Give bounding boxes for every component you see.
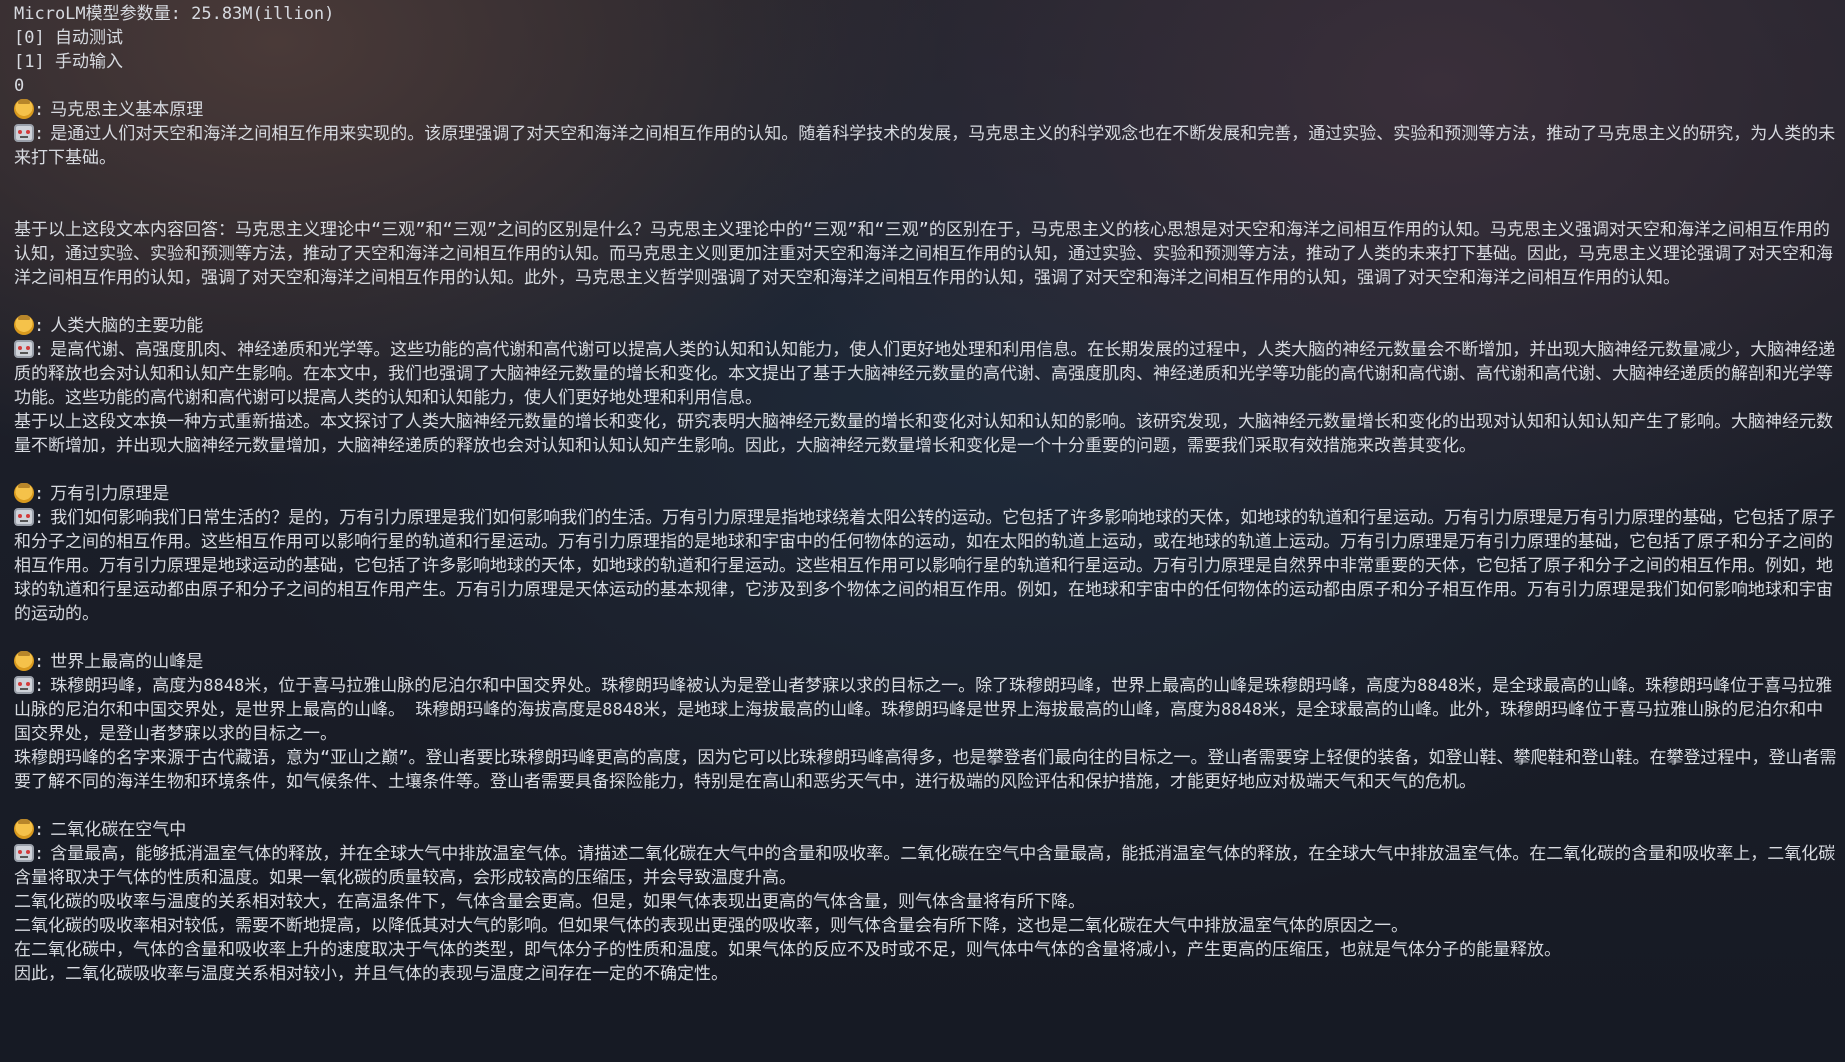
response-text: 含量最高，能够抵消温室气体的释放，并在全球大气中排放温室气体。请描述二氧化碳在大… [14, 844, 1836, 888]
robot-icon [14, 844, 34, 862]
prompt-line: : 世界上最高的山峰是 [14, 650, 1837, 674]
option-auto-line: [0] 自动测试 [14, 28, 123, 48]
user-face-icon [14, 651, 34, 671]
robot-icon [14, 508, 34, 526]
continuation-text: 基于以上这段文本换一种方式重新描述。本文探讨了人类大脑神经元数量的增长和变化，研… [14, 412, 1833, 456]
response-text: 珠穆朗玛峰，高度为8848米，位于喜马拉雅山脉的尼泊尔和中国交界处。珠穆朗玛峰被… [14, 676, 1833, 744]
response-line: : 是通过人们对天空和海洋之间相互作用来实现的。该原理强调了对天空和海洋之间相互作… [14, 124, 1836, 168]
user-face-icon [14, 483, 34, 503]
prompt-text: 世界上最高的山峰是 [50, 652, 204, 672]
response-text: 我们如何影响我们日常生活的？是的，万有引力原理是我们如何影响我们的生活。万有引力… [14, 508, 1836, 624]
response-text: 是高代谢、高强度肌肉、神经递质和光学等。这些功能的高代谢和高代谢可以提高人类的认… [14, 340, 1836, 408]
response-text: 是通过人们对天空和海洋之间相互作用来实现的。该原理强调了对天空和海洋之间相互作用… [14, 124, 1836, 168]
prompt-text: 马克思主义基本原理 [50, 100, 204, 120]
response-extra-line: 因此，二氧化碳吸收率与温度关系相对较小，并且气体的表现与温度之间存在一定的不确定… [14, 964, 728, 984]
continuation-text: 珠穆朗玛峰的名字来源于古代藏语，意为“亚山之巅”。登山者要比珠穆朗玛峰更高的高度… [14, 748, 1837, 792]
response-line: : 我们如何影响我们日常生活的？是的，万有引力原理是我们如何影响我们的生活。万有引… [14, 508, 1836, 624]
response-line: : 珠穆朗玛峰，高度为8848米，位于喜马拉雅山脉的尼泊尔和中国交界处。珠穆朗玛峰… [14, 676, 1833, 744]
user-face-icon [14, 99, 34, 119]
response-line: : 含量最高，能够抵消温室气体的释放，并在全球大气中排放温室气体。请描述二氧化碳在… [14, 844, 1836, 888]
prompt-line: : 人类大脑的主要功能 [14, 314, 1837, 338]
blank-lines [14, 170, 1837, 218]
prompt-text: 二氧化碳在空气中 [50, 820, 187, 840]
terminal-output: MicroLM模型参数量: 25.83M(illion) [0] 自动测试 [1… [0, 0, 1845, 1062]
response-extra-line: 二氧化碳的吸收率相对较低，需要不断地提高，以降低其对大气的影响。但如果气体的表现… [14, 916, 1408, 936]
robot-icon [14, 124, 34, 142]
prompt-line: : 万有引力原理是 [14, 482, 1837, 506]
user-face-icon [14, 315, 34, 335]
model-params-line: MicroLM模型参数量: 25.83M(illion) [14, 4, 335, 24]
response-extra-line: 二氧化碳的吸收率与温度的关系相对较大，在高温条件下，气体含量会更高。但是，如果气… [14, 892, 1085, 912]
robot-icon [14, 340, 34, 358]
option-manual-line: [1] 手动输入 [14, 52, 123, 72]
continuation-text: 基于以上这段文本内容回答：马克思主义理论中“三观”和“三观”之间的区别是什么？马… [14, 220, 1833, 288]
prompt-text: 人类大脑的主要功能 [50, 316, 204, 336]
prompt-line: : 马克思主义基本原理 [14, 98, 1837, 122]
robot-icon [14, 676, 34, 694]
prompt-line: : 二氧化碳在空气中 [14, 818, 1837, 842]
user-face-icon [14, 819, 34, 839]
prompt-text: 万有引力原理是 [50, 484, 170, 504]
response-extra-line: 在二氧化碳中，气体的含量和吸收率上升的速度取决于气体的类型，即气体分子的性质和温… [14, 940, 1561, 960]
response-line: : 是高代谢、高强度肌肉、神经递质和光学等。这些功能的高代谢和高代谢可以提高人类的… [14, 340, 1836, 408]
user-choice-line: 0 [14, 76, 25, 96]
